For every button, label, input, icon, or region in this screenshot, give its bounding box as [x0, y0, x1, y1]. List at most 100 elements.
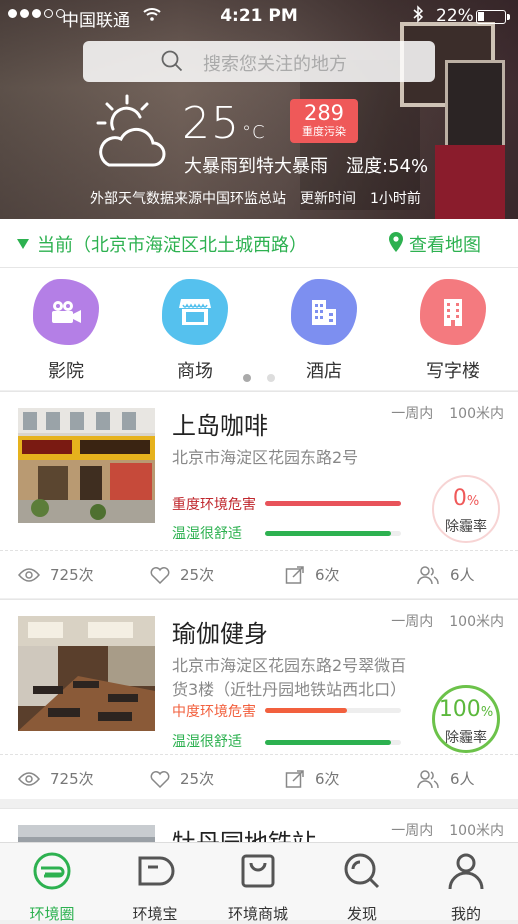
place-meta: 一周内 100米内: [391, 611, 504, 631]
location-row: 当前（北京市海淀区北土城西路） 查看地图: [0, 219, 518, 268]
battery-percent: 22%: [436, 6, 474, 26]
place-meta: 一周内 100米内: [391, 820, 504, 840]
tab-profile[interactable]: 我的: [416, 851, 516, 924]
place-card[interactable]: 上岛咖啡 一周内 100米内 北京市海淀区花园东路2号 重度环境危害 温湿很舒适 …: [0, 391, 518, 598]
place-photo[interactable]: [18, 616, 155, 731]
hazard-bar: [265, 708, 401, 713]
hazard-bar-fill: [265, 501, 401, 506]
comfort-bar: [265, 531, 401, 536]
place-title[interactable]: 瑜伽健身: [172, 614, 268, 649]
category-office[interactable]: 写字楼: [403, 279, 503, 383]
tab-label: 发现: [346, 905, 377, 923]
people-stat[interactable]: 6人: [416, 564, 475, 585]
map-pin-icon[interactable]: [388, 231, 404, 253]
place-photo[interactable]: [18, 408, 155, 523]
comfort-label: 温湿很舒适: [172, 734, 242, 750]
weather-header: 中国联通 4:21 PM 22% 搜索您关注的地方 25 °C 289 重度污染 …: [0, 0, 518, 219]
place-title[interactable]: 上岛咖啡: [172, 406, 268, 441]
likes-stat[interactable]: 25次: [150, 768, 214, 789]
distance: 100米内: [449, 406, 504, 422]
bluetooth-icon: [413, 5, 424, 27]
rate-value: 0%: [452, 486, 480, 511]
haze-removal-rate: 0% 除霾率: [432, 475, 500, 543]
views-stat[interactable]: 725次: [18, 768, 94, 789]
search-bar[interactable]: 搜索您关注的地方: [83, 41, 435, 82]
aqi-badge[interactable]: 289 重度污染: [290, 99, 358, 143]
bottom-tab-bar: 环境圈 环境宝 环境商城 发现 我的: [0, 842, 518, 923]
shares-stat[interactable]: 6次: [285, 768, 340, 789]
place-card[interactable]: 瑜伽健身 一周内 100米内 北京市海淀区花园东路2号翠微百货3楼（近牡丹园地铁站…: [0, 599, 518, 799]
tab-device[interactable]: 环境宝: [105, 851, 205, 924]
tab-eco-circle[interactable]: 环境圈: [2, 851, 102, 924]
time-range: 一周内: [391, 614, 434, 630]
hazard-label: 重度环境危害: [172, 497, 256, 513]
comfort-bar: [265, 740, 401, 745]
background-photo-lamp: [435, 145, 505, 219]
time-range: 一周内: [391, 823, 434, 839]
comfort-bar-fill: [265, 531, 392, 536]
section-separator: [0, 799, 518, 808]
comfort-label: 温湿很舒适: [172, 526, 242, 542]
eye-icon: [18, 771, 40, 786]
share-icon: [285, 769, 304, 788]
hazard-bar-fill: [265, 708, 347, 713]
shares-stat[interactable]: 6次: [285, 564, 340, 585]
heart-icon: [150, 566, 170, 584]
tab-shop[interactable]: 环境商城: [208, 851, 308, 924]
category-hotel[interactable]: 酒店: [274, 279, 374, 383]
category-label: 商场: [177, 361, 213, 382]
hazard-label: 中度环境危害: [172, 704, 256, 720]
people-icon: [417, 565, 439, 584]
aqi-label: 重度污染: [302, 125, 346, 138]
search-placeholder: 搜索您关注的地方: [203, 54, 347, 75]
likes-stat[interactable]: 25次: [150, 564, 214, 585]
hazard-bar: [265, 501, 401, 506]
comfort-bar-fill: [265, 740, 392, 745]
battery-icon: [476, 10, 510, 24]
place-address: 北京市海淀区花园东路2号: [172, 448, 359, 467]
aqi-value: 289: [303, 101, 345, 125]
views-stat[interactable]: 725次: [18, 564, 94, 585]
rate-value: 100%: [438, 697, 494, 722]
eco-circle-icon: [33, 852, 71, 890]
category-label: 影院: [48, 361, 84, 382]
page-indicator[interactable]: [243, 374, 275, 382]
views-count: 725次: [50, 770, 94, 788]
current-location[interactable]: 当前（北京市海淀区北土城西路）: [37, 231, 307, 257]
tab-label: 环境商城: [227, 905, 288, 923]
category-grid: 影院 商场 酒店 写字楼: [0, 268, 518, 390]
shopping-bag-icon: [241, 854, 275, 888]
card-stats: 725次 25次 6次 6人: [0, 550, 518, 598]
category-cinema[interactable]: 影院: [16, 279, 116, 383]
rate-label: 除霾率: [445, 730, 487, 746]
update-time: 1小时前: [370, 191, 421, 207]
tab-label: 我的: [450, 905, 481, 923]
dropdown-triangle-icon[interactable]: [17, 239, 29, 249]
likes-count: 25次: [180, 770, 215, 788]
people-icon: [417, 769, 439, 788]
update-label: 更新时间: [300, 191, 356, 207]
view-map-link[interactable]: 查看地图: [409, 231, 481, 257]
people-count: 6人: [450, 566, 475, 584]
category-mall[interactable]: 商场: [145, 279, 245, 383]
distance: 100米内: [449, 614, 504, 630]
tab-label: 环境宝: [132, 905, 178, 923]
share-icon: [285, 565, 304, 584]
status-bar: 中国联通 4:21 PM 22%: [0, 0, 518, 34]
place-address: 北京市海淀区花园东路2号翠微百货3楼（近牡丹园地铁站西北口）: [172, 656, 407, 699]
camera-icon: [33, 279, 99, 345]
tab-discover[interactable]: 发现: [312, 851, 412, 924]
category-label: 酒店: [306, 361, 342, 382]
category-label: 写字楼: [426, 361, 480, 382]
shares-count: 6次: [315, 770, 340, 788]
rate-label: 除霾率: [445, 519, 487, 535]
store-icon: [162, 279, 228, 345]
people-stat[interactable]: 6人: [416, 768, 475, 789]
eye-icon: [18, 567, 40, 582]
time-range: 一周内: [391, 406, 434, 422]
office-icon: [420, 279, 486, 345]
distance: 100米内: [449, 823, 504, 839]
shares-count: 6次: [315, 566, 340, 584]
humidity: 湿度:54%: [346, 156, 429, 177]
temperature: 25 °C: [182, 98, 266, 149]
